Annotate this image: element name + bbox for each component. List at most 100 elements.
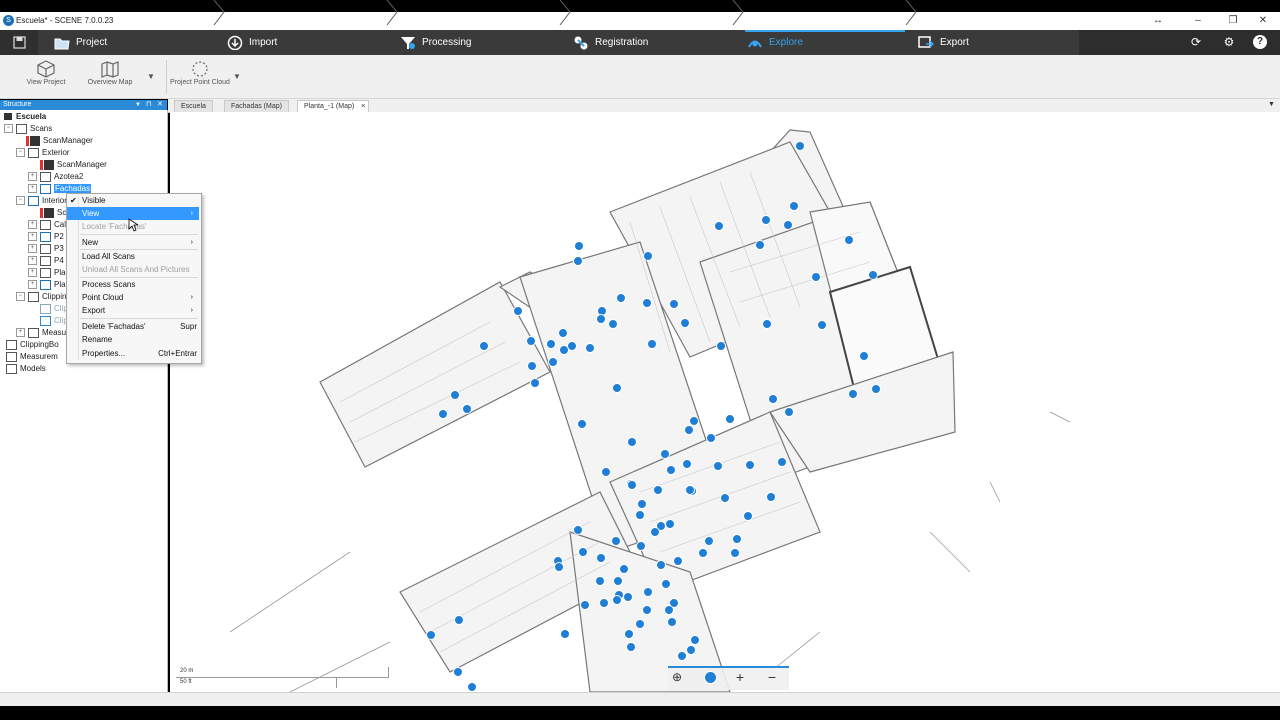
scan-point-marker[interactable] — [745, 460, 755, 470]
scan-point-marker[interactable] — [777, 457, 787, 467]
scan-point-marker[interactable] — [766, 492, 776, 502]
nav-step-project[interactable]: Project — [54, 30, 204, 55]
pin-icon[interactable]: ⊓ — [146, 100, 151, 110]
scan-point-marker[interactable] — [560, 629, 570, 639]
scan-point-marker[interactable] — [608, 319, 618, 329]
nav-step-processing[interactable]: Processing — [400, 30, 550, 55]
scan-point-marker[interactable] — [725, 414, 735, 424]
scan-point-marker[interactable] — [574, 241, 584, 251]
scan-point-marker[interactable] — [616, 293, 626, 303]
close-button[interactable]: ✕ — [1253, 14, 1273, 28]
scan-point-marker[interactable] — [438, 409, 448, 419]
scan-point-marker[interactable] — [599, 598, 609, 608]
scan-point-marker[interactable] — [462, 404, 472, 414]
scan-point-marker[interactable] — [848, 389, 858, 399]
scan-point-marker[interactable] — [686, 645, 696, 655]
scan-point-marker[interactable] — [673, 556, 683, 566]
scan-point-marker[interactable] — [513, 306, 523, 316]
tree-item-p4[interactable]: + P4 — [28, 255, 64, 267]
scan-point-marker[interactable] — [453, 667, 463, 677]
tree-item-clipping[interactable]: − Clippin — [16, 291, 66, 303]
scan-point-marker[interactable] — [596, 553, 606, 563]
map-view[interactable] — [170, 112, 1280, 692]
scan-point-marker[interactable] — [685, 485, 695, 495]
scan-point-marker[interactable] — [871, 384, 881, 394]
zoom-out-button[interactable]: − — [763, 668, 781, 686]
scan-point-marker[interactable] — [720, 493, 730, 503]
menu-item-export[interactable]: Export › — [67, 304, 199, 317]
scan-point-marker[interactable] — [627, 437, 637, 447]
scan-point-marker[interactable] — [783, 220, 793, 230]
scan-point-marker[interactable] — [817, 320, 827, 330]
scan-point-marker[interactable] — [573, 525, 583, 535]
scan-point-marker[interactable] — [755, 240, 765, 250]
resize-icon[interactable]: ↔ — [1148, 14, 1168, 28]
scan-point-marker[interactable] — [868, 270, 878, 280]
scan-point-marker[interactable] — [613, 576, 623, 586]
scan-point-marker[interactable] — [643, 587, 653, 597]
scan-point-marker[interactable] — [677, 651, 687, 661]
tree-item-p2[interactable]: + P2 — [28, 231, 64, 243]
scan-point-marker[interactable] — [454, 615, 464, 625]
nav-step-registration[interactable]: Registration — [573, 30, 723, 55]
overview-map-button[interactable]: Overview Map — [80, 58, 140, 96]
scan-point-marker[interactable] — [554, 562, 564, 572]
scan-point-marker[interactable] — [467, 682, 477, 692]
scan-point-marker[interactable] — [789, 201, 799, 211]
nav-step-import[interactable]: Import — [227, 30, 377, 55]
scan-point-marker[interactable] — [706, 433, 716, 443]
scan-point-marker[interactable] — [642, 605, 652, 615]
scan-point-marker[interactable] — [642, 298, 652, 308]
scan-point-marker[interactable] — [611, 536, 621, 546]
project-point-cloud-button[interactable]: Project Point Cloud — [170, 58, 230, 96]
nav-step-export[interactable]: Export — [918, 30, 1068, 55]
scan-point-marker[interactable] — [647, 339, 657, 349]
menu-item-point-cloud[interactable]: Point Cloud › — [67, 291, 199, 304]
tree-item-models[interactable]: Models — [6, 363, 46, 375]
scan-point-marker[interactable] — [573, 256, 583, 266]
tree-item-azotea2[interactable]: + Azotea2 — [28, 171, 83, 183]
scan-point-marker[interactable] — [585, 343, 595, 353]
scan-point-marker[interactable] — [684, 425, 694, 435]
scan-point-marker[interactable] — [714, 221, 724, 231]
menu-item-load-all-scans[interactable]: Load All Scans — [67, 250, 199, 263]
scan-point-marker[interactable] — [743, 511, 753, 521]
scan-point-marker[interactable] — [650, 527, 660, 537]
scan-point-marker[interactable] — [580, 600, 590, 610]
scan-point-marker[interactable] — [577, 419, 587, 429]
scan-point-marker[interactable] — [761, 215, 771, 225]
scan-point-marker[interactable] — [578, 547, 588, 557]
sync-icon[interactable]: ⟳ — [1189, 35, 1203, 49]
scan-point-marker[interactable] — [698, 548, 708, 558]
help-icon[interactable]: ? — [1253, 35, 1267, 49]
scan-point-marker[interactable] — [689, 416, 699, 426]
scan-point-marker[interactable] — [601, 467, 611, 477]
tabs-dropdown-icon[interactable]: ▼ — [1268, 101, 1275, 108]
overview-map-dropdown-icon[interactable]: ▼ — [147, 72, 155, 81]
scan-point-marker[interactable] — [844, 235, 854, 245]
scan-point-marker[interactable] — [530, 378, 540, 388]
gear-icon[interactable]: ⚙ — [1222, 35, 1236, 49]
scan-point-marker[interactable] — [716, 341, 726, 351]
scan-point-marker[interactable] — [559, 345, 569, 355]
tree-item-clippingboxes[interactable]: ClippingBo — [6, 339, 59, 351]
tree-item-scans[interactable]: − Scans — [4, 123, 52, 135]
tree-item-exterior[interactable]: − Exterior — [16, 147, 70, 159]
scan-point-marker[interactable] — [732, 534, 742, 544]
menu-item-delete[interactable]: Delete 'Fachadas' Supr — [67, 320, 199, 333]
scan-point-marker[interactable] — [811, 272, 821, 282]
menu-item-new[interactable]: New › — [67, 236, 199, 249]
tree-item-cal[interactable]: + Cal — [28, 219, 66, 231]
scan-point-marker[interactable] — [548, 357, 558, 367]
scan-point-marker[interactable] — [612, 595, 622, 605]
tree-item-pla-2[interactable]: + Pla — [28, 279, 66, 291]
tree-item-scanmanager-interior[interactable]: Sc — [40, 207, 66, 219]
scan-point-marker[interactable] — [450, 390, 460, 400]
tree-item-pla-1[interactable]: + Pla — [28, 267, 66, 279]
scan-point-marker[interactable] — [656, 560, 666, 570]
nav-step-explore[interactable]: Explore — [747, 30, 897, 55]
scan-point-marker[interactable] — [768, 394, 778, 404]
scan-point-marker[interactable] — [636, 541, 646, 551]
scan-point-marker[interactable] — [623, 592, 633, 602]
scan-point-marker[interactable] — [690, 635, 700, 645]
